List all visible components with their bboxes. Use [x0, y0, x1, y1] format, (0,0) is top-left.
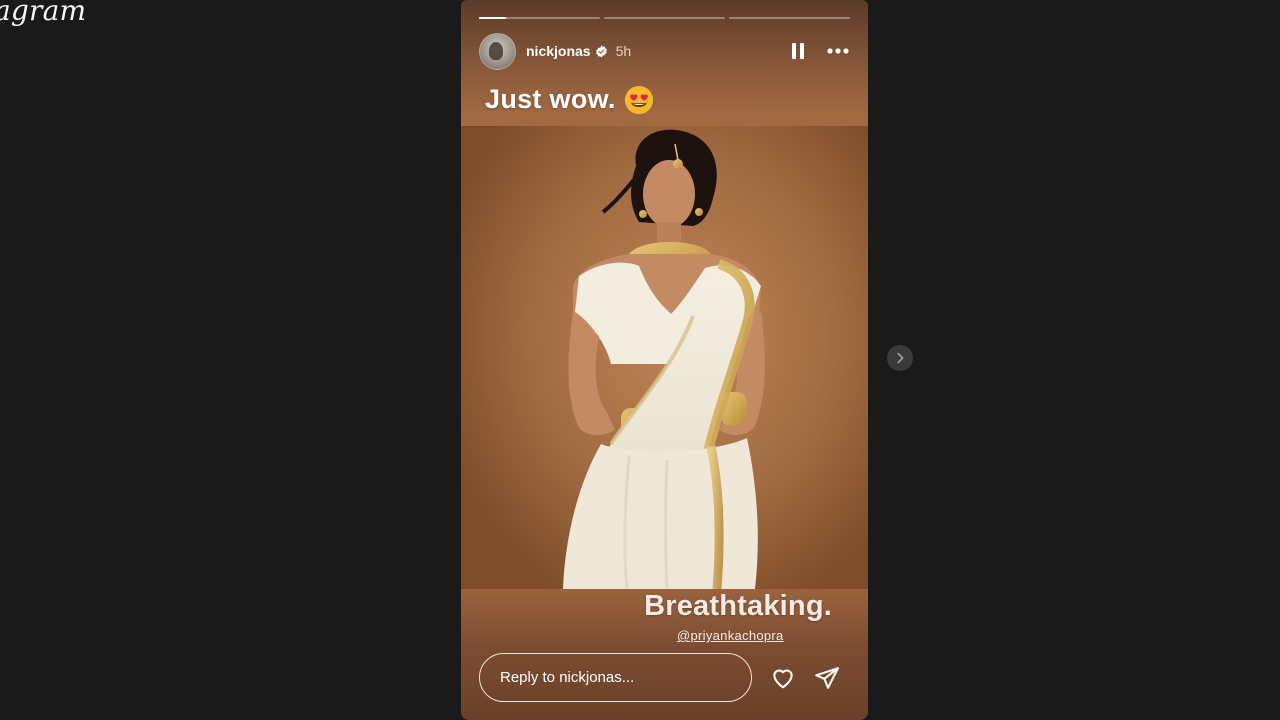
more-icon[interactable] — [826, 41, 850, 61]
story-actions — [770, 665, 840, 691]
caption-top: Just wow. — [485, 84, 654, 115]
story-controls — [788, 41, 850, 61]
story-photo-art — [461, 126, 868, 589]
story-header: nickjonas 5h — [479, 32, 850, 70]
mention-link[interactable]: @priyankachopra — [677, 628, 784, 643]
pause-icon[interactable] — [788, 41, 808, 61]
caption-bottom-text: Breathtaking. — [644, 590, 832, 622]
heart-icon[interactable] — [770, 665, 796, 691]
send-icon[interactable] — [814, 665, 840, 691]
progress-fill — [479, 17, 506, 19]
progress-segment — [604, 17, 725, 19]
story-username[interactable]: nickjonas — [526, 43, 591, 59]
instagram-logo[interactable]: agram — [0, 0, 86, 27]
chevron-right-icon — [897, 352, 904, 364]
progress-segment — [729, 17, 850, 19]
next-story-button[interactable] — [887, 345, 913, 371]
story-timestamp: 5h — [615, 43, 632, 59]
progress-segment — [479, 17, 600, 19]
heart-eyes-emoji-icon — [624, 85, 653, 114]
caption-bottom: Breathtaking. — [644, 590, 832, 623]
caption-top-text: Just wow. — [485, 84, 616, 114]
verified-badge-icon — [595, 45, 607, 57]
story-footer — [479, 653, 846, 702]
story-viewer: nickjonas 5h Just wow. Breathtaking. @pr… — [461, 0, 868, 720]
story-photo — [461, 126, 868, 589]
avatar[interactable] — [479, 32, 516, 70]
reply-input[interactable] — [479, 653, 752, 702]
story-progress-bar — [479, 17, 850, 19]
